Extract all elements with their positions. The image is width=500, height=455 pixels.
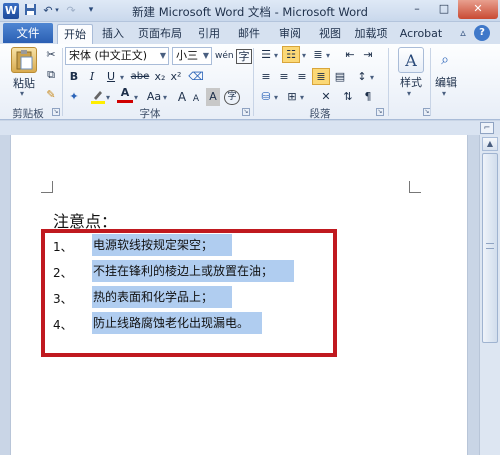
shading-icon[interactable]: ⛁	[258, 88, 274, 106]
phonetic-guide-icon[interactable]: wén	[215, 47, 234, 65]
paste-icon[interactable]	[11, 47, 37, 73]
ruler-strip	[0, 121, 500, 135]
chevron-down-icon: ▼	[159, 51, 166, 60]
tab-home[interactable]: 开始	[57, 24, 93, 44]
change-case-dropdown-icon[interactable]: ▾	[163, 93, 167, 102]
numbering-dropdown-icon[interactable]: ▾	[302, 51, 306, 60]
character-shading-button[interactable]: A	[206, 88, 220, 106]
styles-icon[interactable]: A	[398, 47, 424, 73]
tab-insert[interactable]: 插入	[97, 24, 129, 44]
shrink-font-button[interactable]: A	[190, 90, 202, 108]
highlight-color-icon[interactable]	[90, 88, 106, 106]
bold-button[interactable]: B	[66, 68, 82, 86]
minimize-button[interactable]: –	[404, 0, 430, 19]
borders-icon[interactable]: ⊞	[284, 88, 300, 106]
align-center-icon[interactable]: ≡	[276, 68, 292, 86]
tab-page-layout[interactable]: 页面布局	[135, 24, 185, 44]
change-case-button[interactable]: Aa	[144, 88, 164, 106]
format-painter-icon[interactable]: ✎	[43, 86, 59, 104]
align-left-icon[interactable]: ≡	[258, 68, 274, 86]
increase-indent-icon[interactable]: ⇥	[360, 46, 376, 64]
font-name-combo[interactable]: 宋体 (中文正文) ▼	[65, 47, 169, 65]
font-color-dropdown-icon[interactable]: ▾	[134, 93, 138, 102]
group-divider	[388, 48, 389, 116]
tab-view[interactable]: 视图	[315, 24, 345, 44]
chevron-down-icon: ▼	[202, 51, 209, 60]
tab-acrobat[interactable]: Acrobat	[396, 24, 446, 44]
tab-addins[interactable]: 加载项	[350, 24, 392, 44]
margin-corner-marker	[41, 181, 53, 193]
group-divider	[253, 48, 254, 116]
minimize-ribbon-icon[interactable]: ▵	[456, 26, 470, 40]
close-button[interactable]: ✕	[458, 0, 498, 19]
superscript-button[interactable]: x²	[168, 68, 184, 86]
clipboard-launcher-icon[interactable]: ↘	[52, 108, 60, 116]
tab-references[interactable]: 引用	[194, 24, 224, 44]
tab-review[interactable]: 审阅	[275, 24, 305, 44]
underline-dropdown-icon[interactable]: ▾	[120, 73, 124, 82]
numbering-icon[interactable]: ☷	[282, 46, 300, 63]
sort-icon[interactable]: ⇅	[340, 88, 356, 106]
paragraph-launcher-icon[interactable]: ↘	[376, 108, 384, 116]
line-spacing-icon[interactable]: ↕	[354, 68, 370, 86]
justify-icon[interactable]: ≣	[312, 68, 330, 85]
paste-dropdown-icon[interactable]: ▾	[20, 89, 24, 98]
ribbon-tab-row: 文件 开始 插入 页面布局 引用 邮件 审阅 视图 加载项 Acrobat ▵ …	[0, 22, 500, 44]
tab-mailings[interactable]: 邮件	[234, 24, 264, 44]
tab-file[interactable]: 文件	[3, 23, 53, 43]
underline-button[interactable]: U	[103, 68, 119, 86]
group-divider	[62, 48, 63, 116]
distributed-icon[interactable]: ▤	[332, 68, 348, 86]
clipboard-group-label: 剪贴板	[12, 108, 44, 120]
clear-formatting-icon[interactable]: ⌫	[188, 68, 204, 86]
strikethrough-button[interactable]: abe	[129, 68, 151, 86]
styles-label[interactable]: 样式	[395, 74, 427, 90]
bullets-dropdown-icon[interactable]: ▾	[274, 51, 278, 60]
styles-dropdown-icon[interactable]: ▾	[407, 89, 411, 98]
enclose-char-icon[interactable]: 字	[236, 49, 252, 64]
multilevel-dropdown-icon[interactable]: ▾	[326, 51, 330, 60]
chinese-layout-icon[interactable]: ✕	[318, 88, 334, 106]
enclose-characters-icon[interactable]: 字	[224, 90, 240, 105]
font-name-value: 宋体 (中文正文)	[69, 49, 148, 62]
margin-corner-marker	[409, 181, 421, 193]
ribbon-home: 粘贴 ▾ ✂ ⧉ ✎ 剪贴板 ↘ 宋体 (中文正文) ▼ 小三 ▼ wén 字 B …	[0, 44, 500, 120]
scroll-grip-icon	[486, 243, 494, 249]
scroll-up-icon[interactable]: ▲	[482, 137, 498, 151]
shading-dropdown-icon[interactable]: ▾	[274, 93, 278, 102]
font-launcher-icon[interactable]: ↘	[242, 108, 250, 116]
show-marks-icon[interactable]: ¶	[360, 88, 376, 106]
font-color-icon[interactable]: A	[117, 86, 133, 103]
font-size-combo[interactable]: 小三 ▼	[172, 47, 212, 65]
highlight-dropdown-icon[interactable]: ▾	[106, 93, 110, 102]
editing-dropdown-icon[interactable]: ▾	[442, 89, 446, 98]
align-right-icon[interactable]: ≡	[294, 68, 310, 86]
subscript-button[interactable]: x₂	[152, 68, 168, 86]
copy-icon[interactable]: ⧉	[43, 66, 59, 84]
text-effects-icon[interactable]: ✦	[66, 88, 82, 106]
italic-button[interactable]: I	[84, 68, 100, 86]
grow-font-button[interactable]: A	[175, 88, 189, 106]
decrease-indent-icon[interactable]: ⇤	[342, 46, 358, 64]
maximize-button[interactable]: □	[431, 0, 457, 19]
editing-label[interactable]: 编辑	[430, 74, 462, 90]
title-bar: W ↶ ▾ ↷ ▾ 新建 Microsoft Word 文档 - Microso…	[0, 0, 500, 22]
font-size-value: 小三	[176, 49, 198, 62]
font-group-label: 字体	[139, 108, 161, 120]
annotation-box	[41, 229, 337, 357]
help-icon[interactable]: ?	[474, 25, 490, 41]
cut-icon[interactable]: ✂	[43, 46, 59, 64]
bullets-icon[interactable]: ☰	[258, 46, 274, 64]
paragraph-group-label: 段落	[309, 108, 331, 120]
borders-dropdown-icon[interactable]: ▾	[300, 93, 304, 102]
multilevel-list-icon[interactable]: ≣	[310, 46, 326, 64]
view-ruler-icon[interactable]: ⌐	[480, 122, 494, 134]
line-spacing-dropdown-icon[interactable]: ▾	[370, 73, 374, 82]
find-icon[interactable]: ⌕	[432, 47, 458, 73]
